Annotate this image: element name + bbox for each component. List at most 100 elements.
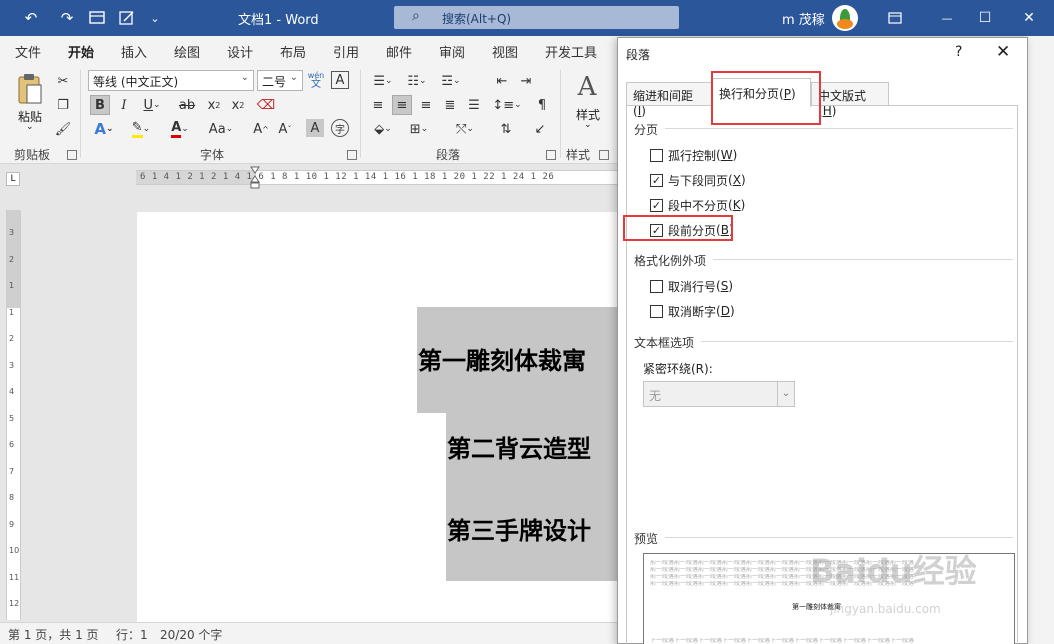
checkbox-keep-with-next[interactable]: ✓ 与下段同页(X) — [650, 172, 746, 188]
tab-review[interactable]: 审阅 — [439, 42, 465, 61]
checkbox-suppress-line-numbers[interactable]: 取消行号(S) — [650, 278, 733, 294]
align-right-icon[interactable]: ≡ — [416, 95, 436, 115]
subscript-button[interactable]: x2 — [204, 95, 224, 115]
multilevel-list-icon[interactable]: ☲ ⌄ — [436, 71, 466, 91]
decrease-indent-icon[interactable]: ⇤ — [492, 71, 512, 91]
styles-dropdown-icon[interactable]: ⌄ — [584, 120, 592, 130]
font-name-combo[interactable]: 等线 (中文正文) ⌄ — [88, 70, 254, 91]
tab-mailings[interactable]: 邮件 — [386, 42, 412, 61]
styles-launcher-icon[interactable] — [599, 150, 609, 160]
checkbox-box[interactable] — [650, 148, 663, 162]
numbering-icon[interactable]: ☷ ⌄ — [402, 71, 432, 91]
avatar[interactable] — [832, 5, 858, 31]
tight-wrap-select[interactable]: 无 ⌄ — [643, 381, 795, 407]
dialog-tabs: 缩进和间距(I) 换行和分页(P) 中文版式(H) — [626, 78, 1018, 118]
minimize-button[interactable]: — — [934, 6, 960, 30]
tab-references[interactable]: 引用 — [333, 42, 359, 61]
checkbox-box[interactable]: ✓ — [650, 173, 663, 187]
group-clipboard-label: 剪贴板 — [14, 148, 51, 162]
borders-icon[interactable]: ⊞ ⌄ — [404, 119, 434, 139]
search-input[interactable]: ⌕ 搜索(Alt+Q) — [394, 6, 679, 29]
close-button[interactable]: ✕ — [1016, 6, 1042, 30]
font-launcher-icon[interactable] — [347, 150, 357, 160]
watermark-logo: Baidu经验 — [810, 552, 977, 590]
grow-font-icon[interactable]: A ^ — [252, 119, 270, 139]
strikethrough-button[interactable]: ab — [176, 95, 198, 115]
sort-icon[interactable]: ⇅ — [496, 119, 516, 139]
checkbox-key: X — [732, 173, 741, 187]
format-painter-icon[interactable]: 🖌 — [54, 120, 72, 138]
checkbox-box[interactable] — [650, 279, 663, 293]
underline-button[interactable]: U ⌄ — [139, 95, 165, 115]
checkbox-dont-hyphenate[interactable]: 取消断字(D) — [650, 303, 735, 319]
tab-asian-typography[interactable]: 中文版式(H) — [811, 82, 889, 118]
checkbox-keep-lines-together[interactable]: ✓ 段中不分页(K) — [650, 197, 745, 213]
checkbox-box[interactable]: ✓ — [650, 198, 663, 212]
copy-icon[interactable]: ❐ — [54, 96, 72, 114]
tab-developer[interactable]: 开发工具 — [545, 42, 597, 61]
status-words[interactable]: 20/20 个字 — [160, 626, 222, 643]
paragraph-2[interactable]: 第二背云造型 — [446, 413, 620, 497]
char-border-icon[interactable]: A — [331, 71, 349, 89]
align-left-icon[interactable]: ≡ — [368, 95, 388, 115]
tab-view[interactable]: 视图 — [492, 42, 518, 61]
change-case-icon[interactable]: Aa ⌄ — [204, 119, 238, 139]
customize-toolbar-icon[interactable]: ⌄ — [144, 7, 166, 29]
checkbox-widow-control[interactable]: 孤行控制(W) — [650, 147, 737, 163]
bold-button[interactable]: B — [90, 95, 110, 115]
tab-insert[interactable]: 插入 — [121, 42, 147, 61]
tab-indent-spacing[interactable]: 缩进和间距(I) — [626, 82, 712, 118]
char-shading-icon[interactable]: A — [306, 119, 324, 137]
highlight-icon[interactable]: ✎ ⌄ — [127, 119, 155, 139]
font-color-icon[interactable]: A ⌄ — [166, 119, 194, 139]
phonetic-guide-icon[interactable]: wén 文 — [307, 69, 325, 91]
user-name[interactable]: m 茂稼 — [782, 9, 825, 28]
paste-dropdown-icon[interactable]: ⌄ — [26, 122, 34, 132]
align-center-icon[interactable]: ≡ — [392, 95, 412, 115]
help-button[interactable]: ? — [955, 44, 962, 60]
enclose-char-icon[interactable]: 字 — [331, 119, 349, 137]
text-direction-icon[interactable]: ↙ — [530, 119, 550, 139]
bullets-icon[interactable]: ☰ ⌄ — [368, 71, 398, 91]
text-effects-icon[interactable]: A ⌄ — [90, 119, 118, 139]
clipboard-launcher-icon[interactable] — [67, 150, 77, 160]
status-page[interactable]: 第 1 页，共 1 页 — [8, 626, 99, 643]
paragraph-1[interactable]: 第一雕刻体裁寓 — [417, 307, 620, 413]
tab-home[interactable]: 开始 — [68, 42, 95, 67]
cut-icon[interactable]: ✂ — [54, 72, 72, 90]
document-page[interactable]: 第一雕刻体裁寓 第二背云造型 第三手牌设计 — [137, 212, 620, 622]
tab-file[interactable]: 文件 — [15, 42, 41, 61]
styles-gallery-icon[interactable]: A — [570, 72, 604, 102]
ribbon-options-icon[interactable] — [882, 6, 908, 30]
dialog-close-button[interactable]: ✕ — [996, 42, 1010, 62]
shrink-font-icon[interactable]: Aˇ — [276, 119, 294, 139]
italic-button[interactable]: I — [115, 95, 133, 115]
justify-icon[interactable]: ≣ — [440, 95, 460, 115]
distributed-icon[interactable]: ☰ — [464, 95, 484, 115]
asian-layout-icon[interactable]: ⤲ ⌄ — [450, 119, 480, 139]
undo-icon[interactable]: ↶ — [20, 7, 42, 29]
tab-draw[interactable]: 绘图 — [174, 42, 200, 61]
superscript-button[interactable]: x2 — [228, 95, 248, 115]
line-spacing-icon[interactable]: ↕≡ ⌄ — [492, 95, 522, 115]
tab-layout[interactable]: 布局 — [280, 42, 306, 61]
increase-indent-icon[interactable]: ⇥ — [516, 71, 536, 91]
font-size-combo[interactable]: 二号 ⌄ — [257, 70, 303, 91]
redo-icon[interactable]: ↷ — [56, 7, 78, 29]
paste-button[interactable] — [14, 72, 46, 106]
checkbox-box[interactable] — [650, 304, 663, 318]
edit-icon[interactable] — [116, 7, 138, 29]
restore-button[interactable]: ☐ — [972, 6, 998, 30]
shading-icon[interactable]: ⬙ ⌄ — [368, 119, 398, 139]
show-marks-icon[interactable]: ¶ — [532, 95, 552, 115]
tab-selector-icon[interactable]: L — [6, 172, 20, 186]
status-row[interactable]: 行：1 — [116, 626, 148, 643]
tab-design[interactable]: 设计 — [227, 42, 253, 61]
horizontal-ruler[interactable]: 6 1 4 1 2 1 2 1 4 1 6 1 8 1 10 1 12 1 14… — [136, 170, 620, 185]
clear-format-icon[interactable]: ⌫ — [256, 95, 276, 115]
vertical-ruler[interactable]: 3 2 1 1 2 3 4 5 6 7 8 9 10 11 12 — [6, 210, 21, 620]
paragraph-launcher-icon[interactable] — [546, 150, 556, 160]
draw-table-icon[interactable] — [86, 7, 108, 29]
indent-marker-icon[interactable] — [250, 166, 260, 190]
paragraph-3[interactable]: 第三手牌设计 — [446, 497, 620, 581]
